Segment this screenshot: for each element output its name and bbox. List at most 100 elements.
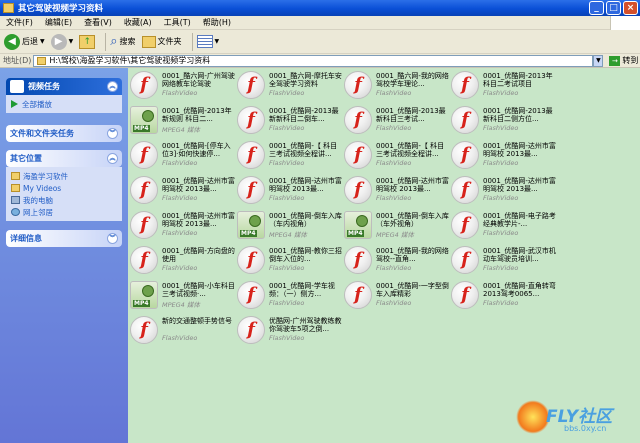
other-places-header[interactable]: 其它位置 ︽ <box>6 150 122 167</box>
video-tasks-title: 视频任务 <box>28 82 60 91</box>
file-item[interactable]: f 0001_优酷网-直角转弯 2013驾考0065... FlashVideo <box>451 280 556 310</box>
folders-icon <box>141 35 156 48</box>
expand-icon[interactable]: ︾ <box>107 128 118 139</box>
forward-button[interactable]: ▶ ▼ <box>50 33 74 50</box>
search-icon: ⌕ <box>110 34 118 49</box>
file-item[interactable]: f 0001_优酷网-2013最新新科目二倒车... FlashVideo <box>237 105 341 135</box>
folder-icon <box>11 172 20 180</box>
views-icon <box>196 35 213 48</box>
file-item[interactable]: f 0001_酷六网-广州驾驶网络教车论驾驶 FlashVideo <box>130 70 235 100</box>
file-tasks-header[interactable]: 文件和文件夹任务 ︾ <box>6 125 122 142</box>
file-item[interactable]: f 0001_优酷网-电子路考经典教学片-... FlashVideo <box>451 210 556 240</box>
file-item[interactable]: MP4 0001_优酷网-倒车入库（车外视角） MPEG4 媒体 <box>344 210 449 240</box>
file-name: 0001_优酷网-达州市富明驾校 2013最... <box>483 142 556 158</box>
maximize-button[interactable]: □ <box>606 1 621 15</box>
back-button[interactable]: ◀ 后退 ▼ <box>4 33 45 50</box>
menu-help[interactable]: 帮助(H) <box>197 17 237 28</box>
file-type: MPEG4 媒体 <box>162 126 200 134</box>
file-name: 0001_优酷网-电子路考经典教学片-... <box>483 212 556 228</box>
expand-icon[interactable]: ︾ <box>107 233 118 244</box>
place-link[interactable]: 海盈学习软件 <box>11 170 117 182</box>
file-name: 0001_优酷网-倒车入库（车内视角） <box>269 212 342 228</box>
address-dropdown-button[interactable]: ▼ <box>593 54 604 67</box>
file-item[interactable]: f 0001_优酷网-武汉市机动车驾驶员培训... FlashVideo <box>451 245 556 275</box>
details-header[interactable]: 详细信息 ︾ <box>6 230 122 247</box>
menu-view[interactable]: 查看(V) <box>78 17 118 28</box>
file-type: FlashVideo <box>269 159 305 167</box>
file-item[interactable]: f 0001_优酷网-达州市富明驾校 2013最... FlashVideo <box>130 210 235 240</box>
address-field[interactable]: H:\驾校\海盈学习软件\其它驾驶视频学习资料 <box>33 54 594 67</box>
file-item[interactable]: MP4 0001_优酷网-小车科目三考试视频·... MPEG4 媒体 <box>130 280 235 310</box>
file-type: FlashVideo <box>269 89 305 97</box>
chevron-down-icon[interactable]: ▼ <box>40 38 45 45</box>
address-bar: 地址(D) H:\驾校\海盈学习软件\其它驾驶视频学习资料 ▼ → 转到 <box>0 54 640 68</box>
back-label: 后退 <box>22 37 38 46</box>
file-name: 新的交通整顿手势信号 <box>162 317 232 325</box>
video-tasks-header[interactable]: 视频任务 ︽ <box>6 78 122 95</box>
file-item[interactable]: f 0001_优酷网-我的网络驾校--直角... FlashVideo <box>344 245 449 275</box>
collapse-icon[interactable]: ︽ <box>107 153 118 164</box>
place-link[interactable]: 我的电脑 <box>11 194 117 206</box>
menu-favorites[interactable]: 收藏(A) <box>118 17 158 28</box>
file-item[interactable]: f 0001_优酷网-达州市富明驾校 2013最... FlashVideo <box>451 140 556 170</box>
file-name: 0001_优酷网-学车视频：（一）侧方... <box>269 282 335 298</box>
task-pane: 视频任务 ︽ 全部播放 文件和文件夹任务 ︾ 其它位置 ︽ 海盈学习软件 My … <box>0 68 128 443</box>
file-name: 0001_优酷网-达州市富明驾校 2013最... <box>376 177 449 193</box>
menu-edit[interactable]: 编辑(E) <box>39 17 78 28</box>
file-item[interactable]: f 0001_酷六网-我的网络驾校学车理论... FlashVideo <box>344 70 449 100</box>
file-item[interactable]: f 0001_优酷网-【 科目三考试视频全程讲... FlashVideo <box>237 140 341 170</box>
place-link[interactable]: My Videos <box>11 182 117 194</box>
file-item[interactable]: f 0001_优酷网-学车视频：（一）侧方... FlashVideo <box>237 280 341 310</box>
file-name: 0001_优酷网-2013最新科目二侧方位... <box>483 107 553 123</box>
place-link[interactable]: 网上邻居 <box>11 206 117 218</box>
collapse-icon[interactable]: ︽ <box>107 81 118 92</box>
file-type: FlashVideo <box>376 264 412 272</box>
file-type: FlashVideo <box>376 124 412 132</box>
file-type: FlashVideo <box>376 194 412 202</box>
file-item[interactable]: f 0001_优酷网-达州市富明驾校 2013最... FlashVideo <box>237 175 342 205</box>
chevron-down-icon[interactable]: ▼ <box>69 38 74 45</box>
play-all-link[interactable]: 全部播放 <box>11 98 117 110</box>
file-type: FlashVideo <box>483 264 519 272</box>
chevron-down-icon[interactable]: ▼ <box>215 38 220 45</box>
menu-file[interactable]: 文件(F) <box>0 17 39 28</box>
title-bar: 其它驾驶视频学习资料 _ □ × <box>0 0 640 16</box>
file-item[interactable]: MP4 0001_优酷网-倒车入库（车内视角） MPEG4 媒体 <box>237 210 342 240</box>
flash-video-icon: f <box>237 281 265 309</box>
minimize-button[interactable]: _ <box>589 1 604 15</box>
flash-video-icon: f <box>237 71 265 99</box>
address-path: H:\驾校\海盈学习软件\其它驾驶视频学习资料 <box>49 56 211 65</box>
folders-button[interactable]: 文件夹 <box>141 35 182 48</box>
my-videos-icon <box>11 184 20 192</box>
file-tasks-panel: 文件和文件夹任务 ︾ <box>6 125 122 142</box>
forward-arrow-icon: ▶ <box>50 33 67 50</box>
menu-tools[interactable]: 工具(T) <box>158 17 197 28</box>
file-item[interactable]: f 0001_优酷网-达州市富明驾校 2013最... FlashVideo <box>451 175 556 205</box>
file-item[interactable]: f 0001_优酷网-方向盘的使用 FlashVideo <box>130 245 235 275</box>
other-places-title: 其它位置 <box>10 154 42 163</box>
file-name: 优酷网-广州驾驶教练教你驾驶车5项之倒... <box>269 317 342 333</box>
search-button[interactable]: ⌕ 搜索 <box>110 34 135 49</box>
file-item[interactable]: f 0001_优酷网-2013最新科目二侧方位... FlashVideo <box>451 105 555 135</box>
file-item[interactable]: MP4 0001_优酷网-2013年新规则 科目二... MPEG4 媒体 <box>130 105 234 135</box>
file-type: FlashVideo <box>483 89 519 97</box>
flash-video-icon: f <box>451 246 479 274</box>
close-button[interactable]: × <box>623 1 638 15</box>
file-item[interactable]: f 0001_酷六网-摩托车安全驾驶学习资料 FlashVideo <box>237 70 342 100</box>
file-item[interactable]: f 0001_优酷网-2013最新科目三考试... FlashVideo <box>344 105 448 135</box>
file-item[interactable]: f 0001_优酷网-一字型倒车入库精彩 FlashVideo <box>344 280 449 310</box>
details-title: 详细信息 <box>10 234 42 243</box>
up-folder-button[interactable]: ↑ <box>79 34 96 49</box>
file-item[interactable]: f 0001_优酷网-【 科目三考试视频全程讲... FlashVideo <box>344 140 448 170</box>
file-item[interactable]: f 优酷网-广州驾驶教练教你驾驶车5项之倒... FlashVideo <box>237 315 342 345</box>
file-item[interactable]: f 0001_优酷网-[停车入位3]·如何快速停... FlashVideo <box>130 140 234 170</box>
file-item[interactable]: f 0001_优酷网-达州市富明驾校 2013最... FlashVideo <box>344 175 449 205</box>
file-name: 0001_优酷网-直角转弯 2013驾考0065... <box>483 282 556 298</box>
place-label: My Videos <box>23 183 62 193</box>
file-item[interactable]: f 0001_优酷网-2013年科目二考试项目 FlashVideo <box>451 70 555 100</box>
file-item[interactable]: f 0001_优酷网-达州市富明驾校 2013最... FlashVideo <box>130 175 235 205</box>
file-item[interactable]: f 0001_优酷网-教你三招倒车入位的... FlashVideo <box>237 245 342 275</box>
go-button[interactable]: → 转到 <box>609 55 638 66</box>
file-item[interactable]: f 新的交通整顿手势信号 FlashVideo <box>130 315 234 345</box>
views-button[interactable]: ▼ <box>196 35 220 48</box>
